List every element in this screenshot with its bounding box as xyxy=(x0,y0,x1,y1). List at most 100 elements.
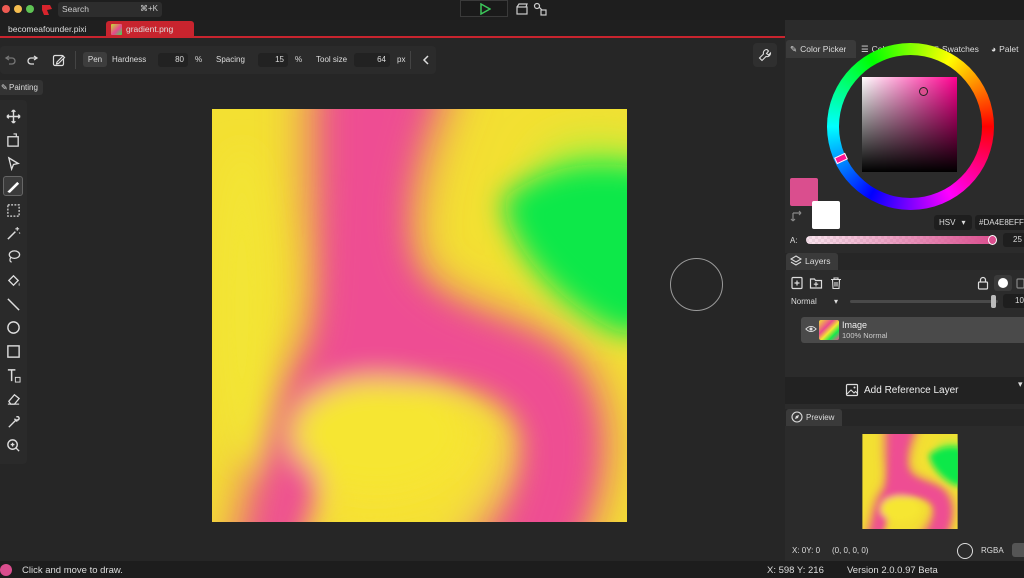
spacing-label: Spacing xyxy=(216,55,245,64)
canvas[interactable] xyxy=(212,109,627,522)
channel-toggle[interactable] xyxy=(1012,543,1024,557)
brush-cursor xyxy=(670,258,723,311)
redo-icon[interactable] xyxy=(26,53,40,69)
version-label: Version 2.0.0.97 Beta xyxy=(847,565,938,576)
eraser-tool-icon[interactable] xyxy=(3,388,23,408)
lock-transparency-icon[interactable] xyxy=(976,276,990,292)
minimize-window-button[interactable] xyxy=(14,5,22,13)
alpha-label: A: xyxy=(790,236,798,245)
layer-meta: 100% Normal xyxy=(842,331,888,340)
pen-tool-icon[interactable] xyxy=(3,176,23,196)
tab-becomeafounder[interactable]: becomeafounder.pixi xyxy=(2,21,92,38)
delete-layer-icon[interactable] xyxy=(829,276,843,292)
lasso-tool-icon[interactable] xyxy=(3,246,23,266)
spacing-input[interactable]: 15 xyxy=(258,53,288,67)
hex-input[interactable]: #DA4E8EFF xyxy=(975,215,1024,230)
mode-badge[interactable]: ✎ Painting xyxy=(0,80,43,95)
opacity-slider[interactable] xyxy=(850,300,998,303)
tab-layers[interactable]: Layers xyxy=(786,253,838,270)
line-tool-icon[interactable] xyxy=(3,294,23,314)
new-layer-icon[interactable] xyxy=(790,276,804,292)
channel-circle-icon[interactable] xyxy=(957,543,973,559)
toolsize-input[interactable]: 64 xyxy=(354,53,390,67)
layer-name: Image xyxy=(842,320,868,330)
chevron-down-icon[interactable]: ▾ xyxy=(1018,379,1023,390)
clapper-icon[interactable] xyxy=(516,3,528,17)
add-reference-layer-button[interactable]: Add Reference Layer ▾ xyxy=(785,377,1024,404)
secondary-color-swatch[interactable] xyxy=(812,201,840,229)
magic-wand-tool-icon[interactable] xyxy=(3,223,23,243)
collapse-chevron-icon[interactable] xyxy=(421,54,431,68)
status-color-dot xyxy=(0,564,12,576)
saturation-value-square[interactable] xyxy=(862,77,957,172)
pen-mode-button[interactable]: Pen xyxy=(83,52,107,67)
swap-colors-icon[interactable] xyxy=(790,210,804,226)
channel-mode: RGBA xyxy=(981,546,1004,555)
brush-icon: ✎ xyxy=(1,83,8,92)
undo-icon[interactable] xyxy=(3,53,17,69)
toolsize-label: Tool size xyxy=(316,55,348,64)
alpha-handle[interactable] xyxy=(988,235,997,245)
play-button[interactable] xyxy=(460,0,508,17)
hardness-unit: % xyxy=(195,55,203,64)
toolsize-unit: px xyxy=(397,55,406,64)
opacity-handle[interactable] xyxy=(991,295,996,308)
file-thumb-icon xyxy=(111,24,122,35)
play-icon xyxy=(480,3,491,15)
app-window: { "titlebar": {"search_placeholder": "Se… xyxy=(0,0,1024,578)
marquee-tool-icon[interactable] xyxy=(3,200,23,220)
image-add-icon xyxy=(845,383,859,399)
zoom-tool-icon[interactable] xyxy=(3,435,23,455)
tab-preview[interactable]: Preview xyxy=(786,409,842,426)
color-model-select[interactable]: HSV ▾ xyxy=(934,215,972,230)
document-tabs: becomeafounder.pixi gradient.png xyxy=(0,20,785,38)
blend-mode-select[interactable]: Normal ▾ xyxy=(788,295,842,308)
close-window-button[interactable] xyxy=(2,5,10,13)
title-bar: Search ⌘+K xyxy=(0,0,1024,20)
visibility-eye-icon[interactable] xyxy=(805,324,817,336)
layer-option-icon[interactable] xyxy=(1016,276,1024,292)
pixel-coords: X: 0Y: 0 xyxy=(792,546,821,555)
spacing-unit: % xyxy=(295,55,303,64)
sv-handle[interactable] xyxy=(919,87,928,96)
gradient-artwork xyxy=(212,109,627,522)
toolbar-divider xyxy=(75,51,76,69)
hardness-label: Hardness xyxy=(112,55,147,64)
eyedropper-tool-icon[interactable] xyxy=(3,412,23,432)
tab-gradient[interactable]: gradient.png xyxy=(106,21,194,38)
ellipse-tool-icon[interactable] xyxy=(3,317,23,337)
preview-thumbnail[interactable] xyxy=(862,434,958,529)
mask-icon xyxy=(998,278,1008,288)
tab-color-picker[interactable]: ✎ Color Picker xyxy=(786,40,856,58)
dropdown-icon: ▾ xyxy=(961,218,966,227)
wrench-icon xyxy=(758,48,772,62)
edit-icon[interactable] xyxy=(52,53,66,69)
opacity-input[interactable]: 10 xyxy=(1003,294,1024,308)
status-hint: Click and move to draw. xyxy=(22,565,123,576)
preview-artwork xyxy=(862,434,958,529)
settings-button[interactable] xyxy=(753,43,777,67)
mask-button[interactable] xyxy=(994,275,1012,291)
search-shortcut: ⌘+K xyxy=(140,4,159,13)
select-arrow-tool-icon[interactable] xyxy=(3,153,23,173)
transform-tool-icon[interactable] xyxy=(3,130,23,150)
compass-icon xyxy=(791,411,803,429)
new-folder-icon[interactable] xyxy=(809,276,823,292)
tool-options-bar: Pen Hardness 80 % Spacing 15 % Tool size… xyxy=(0,46,436,74)
toolbar-divider xyxy=(410,51,411,69)
layer-row[interactable]: Image 100% Normal xyxy=(801,317,1024,343)
cursor-position: X: 598 Y: 216 xyxy=(767,565,824,576)
layer-thumbnail xyxy=(819,320,839,340)
rectangle-tool-icon[interactable] xyxy=(3,341,23,361)
text-tool-icon[interactable] xyxy=(3,365,23,385)
move-tool-icon[interactable] xyxy=(3,106,23,126)
hardness-input[interactable]: 80 xyxy=(158,53,188,67)
tab-palette[interactable]: ◕ Palet xyxy=(987,40,1023,58)
fill-tool-icon[interactable] xyxy=(3,270,23,290)
search-bar[interactable]: Search ⌘+K xyxy=(58,2,162,17)
nodes-icon[interactable] xyxy=(533,2,547,18)
maximize-window-button[interactable] xyxy=(26,5,34,13)
alpha-input[interactable]: 25 xyxy=(1003,233,1024,247)
alpha-slider[interactable] xyxy=(806,236,996,244)
dropdown-icon: ▾ xyxy=(834,297,839,306)
